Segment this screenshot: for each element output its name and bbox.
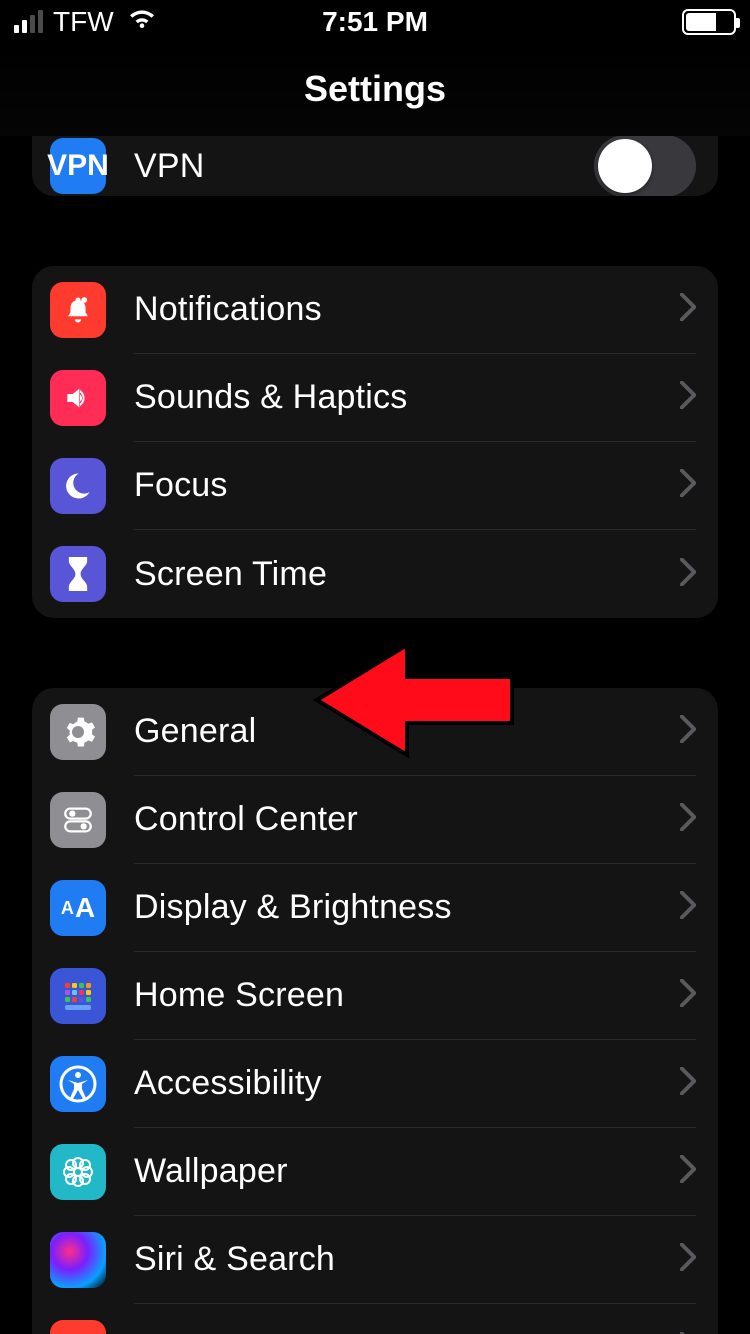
row-vpn[interactable]: VPN VPN: [32, 136, 718, 196]
settings-group-connectivity: VPN VPN: [32, 136, 718, 196]
row-control-center[interactable]: Control Center: [32, 776, 718, 864]
settings-group-notifications: Notifications Sounds & Haptics Focus: [32, 266, 718, 618]
wifi-icon: [128, 6, 156, 38]
accessibility-icon: [50, 1056, 106, 1112]
toggles-icon: [50, 792, 106, 848]
chevron-right-icon: [680, 715, 696, 748]
status-right: [682, 9, 736, 35]
row-sounds-haptics[interactable]: Sounds & Haptics: [32, 354, 718, 442]
row-label: Accessibility: [134, 1064, 322, 1103]
row-home-screen[interactable]: Home Screen: [32, 952, 718, 1040]
row-general[interactable]: General: [32, 688, 718, 776]
chevron-right-icon: [680, 1243, 696, 1276]
row-label: Control Center: [134, 800, 358, 839]
row-label: Touch ID & Passcode: [134, 1329, 463, 1334]
row-label: Notifications: [134, 290, 322, 329]
fingerprint-icon: [50, 1320, 106, 1334]
status-time: 7:51 PM: [322, 6, 428, 38]
row-wallpaper[interactable]: Wallpaper: [32, 1128, 718, 1216]
row-accessibility[interactable]: Accessibility: [32, 1040, 718, 1128]
row-label: VPN: [134, 147, 205, 186]
hourglass-icon: [50, 546, 106, 602]
moon-icon: [50, 458, 106, 514]
row-label: Focus: [134, 466, 228, 505]
row-label: Siri & Search: [134, 1240, 335, 1279]
chevron-right-icon: [680, 293, 696, 326]
page-title: Settings: [0, 44, 750, 136]
row-label: Display & Brightness: [134, 888, 452, 927]
chevron-right-icon: [680, 1155, 696, 1188]
row-label: Sounds & Haptics: [134, 378, 407, 417]
chevron-right-icon: [680, 891, 696, 924]
row-siri-search[interactable]: Siri & Search: [32, 1216, 718, 1304]
row-touch-id-passcode[interactable]: Touch ID & Passcode: [32, 1304, 718, 1334]
row-focus[interactable]: Focus: [32, 442, 718, 530]
settings-group-device: General Control Center AA Display & Brig…: [32, 688, 718, 1334]
bell-icon: [50, 282, 106, 338]
chevron-right-icon: [680, 803, 696, 836]
row-label: Home Screen: [134, 976, 344, 1015]
vpn-icon: VPN: [50, 138, 106, 194]
carrier-label: TFW: [53, 6, 114, 38]
status-left: TFW: [14, 6, 156, 38]
chevron-right-icon: [680, 381, 696, 414]
chevron-right-icon: [680, 558, 696, 591]
battery-icon: [682, 9, 736, 35]
status-bar: TFW 7:51 PM: [0, 0, 750, 44]
row-label: Wallpaper: [134, 1152, 288, 1191]
app-grid-icon: [50, 968, 106, 1024]
vpn-toggle[interactable]: [594, 136, 696, 196]
flower-icon: [50, 1144, 106, 1200]
speaker-icon: [50, 370, 106, 426]
row-screen-time[interactable]: Screen Time: [32, 530, 718, 618]
siri-icon: [50, 1232, 106, 1288]
gear-icon: [50, 704, 106, 760]
row-display-brightness[interactable]: AA Display & Brightness: [32, 864, 718, 952]
chevron-right-icon: [680, 469, 696, 502]
chevron-right-icon: [680, 1067, 696, 1100]
cellular-signal-icon: [14, 11, 43, 33]
row-label: General: [134, 712, 256, 751]
row-label: Screen Time: [134, 555, 327, 594]
row-notifications[interactable]: Notifications: [32, 266, 718, 354]
chevron-right-icon: [680, 979, 696, 1012]
text-size-icon: AA: [50, 880, 106, 936]
